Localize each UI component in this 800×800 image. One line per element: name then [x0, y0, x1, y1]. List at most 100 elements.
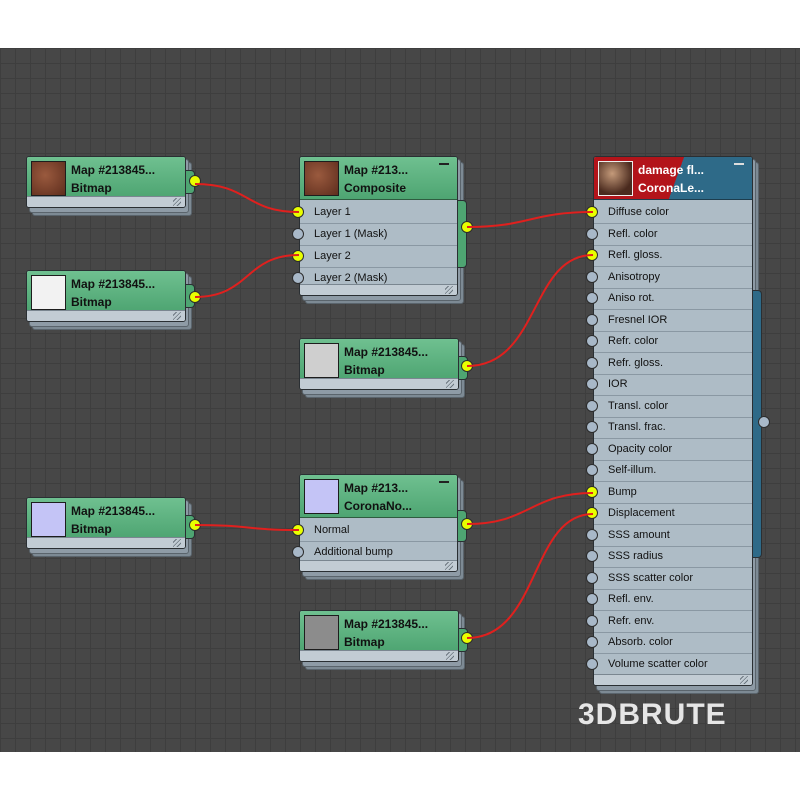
- corona-normal-node[interactable]: Map #213... CoronaNo... Normal Additiona…: [292, 474, 473, 580]
- material-slot[interactable]: SSS scatter color: [594, 568, 752, 590]
- bitmap-thumbnail: [304, 343, 339, 378]
- input-port[interactable]: [292, 546, 304, 558]
- material-slot[interactable]: Transl. frac.: [594, 417, 752, 439]
- output-port[interactable]: [189, 291, 201, 303]
- input-port[interactable]: [292, 206, 304, 218]
- output-port[interactable]: [461, 221, 473, 233]
- resize-grip-icon[interactable]: [173, 312, 181, 320]
- node-title: Map #213...: [344, 163, 409, 177]
- input-port[interactable]: [292, 272, 304, 284]
- input-port[interactable]: [586, 528, 598, 541]
- material-slot[interactable]: Refl. env.: [594, 589, 752, 611]
- bitmap-thumbnail: [304, 615, 339, 650]
- node-title: Map #213845...: [344, 617, 429, 631]
- bitmap-node-a[interactable]: Map #213845... Bitmap: [26, 156, 201, 216]
- input-port[interactable]: [586, 593, 598, 605]
- material-slot[interactable]: Displacement: [594, 503, 752, 525]
- input-port[interactable]: [586, 614, 598, 627]
- resize-grip-icon[interactable]: [445, 286, 453, 294]
- input-port[interactable]: [292, 250, 304, 262]
- resize-grip-icon[interactable]: [446, 652, 454, 660]
- input-port[interactable]: [586, 464, 598, 476]
- input-port[interactable]: [292, 524, 304, 536]
- input-port[interactable]: [586, 335, 598, 347]
- input-port[interactable]: [586, 442, 598, 455]
- composite-thumbnail: [304, 161, 339, 196]
- input-port[interactable]: [586, 421, 598, 433]
- input-port[interactable]: [586, 485, 598, 498]
- output-port[interactable]: [189, 519, 201, 531]
- resize-grip-icon[interactable]: [173, 198, 181, 206]
- material-slot[interactable]: Transl. color: [594, 396, 752, 418]
- material-slot[interactable]: Refr. env.: [594, 611, 752, 633]
- bitmap-node-c[interactable]: Map #213845... Bitmap: [299, 338, 473, 398]
- material-slot[interactable]: Absorb. color: [594, 632, 752, 654]
- input-port[interactable]: [586, 292, 598, 304]
- input-port[interactable]: [586, 550, 598, 562]
- input-port[interactable]: [586, 270, 598, 283]
- input-port[interactable]: [586, 378, 598, 390]
- input-port[interactable]: [586, 571, 598, 584]
- material-slot[interactable]: Refl. color: [594, 224, 752, 246]
- output-port[interactable]: [189, 175, 201, 187]
- node-type: Bitmap: [71, 295, 112, 309]
- node-title: Map #213845...: [71, 504, 156, 518]
- node-type: CoronaNo...: [344, 499, 412, 513]
- input-port[interactable]: [586, 356, 598, 369]
- node-title: Map #213845...: [344, 345, 429, 359]
- material-slot[interactable]: Refl. gloss.: [594, 245, 752, 267]
- node-title: Map #213...: [344, 481, 409, 495]
- input-port[interactable]: [586, 313, 598, 326]
- collapse-icon[interactable]: [439, 163, 449, 165]
- material-slot[interactable]: Opacity color: [594, 439, 752, 461]
- output-port[interactable]: [461, 518, 473, 530]
- bitmap-node-b[interactable]: Map #213845... Bitmap: [26, 270, 201, 330]
- material-node[interactable]: damage fl... CoronaLe... Diffuse color Re…: [586, 156, 770, 694]
- node-title: damage fl...: [638, 163, 705, 177]
- node-type: Bitmap: [344, 635, 385, 649]
- material-slot[interactable]: Diffuse color: [594, 202, 752, 224]
- resize-grip-icon[interactable]: [173, 539, 181, 547]
- material-slot[interactable]: Fresnel IOR: [594, 310, 752, 332]
- material-slot[interactable]: IOR: [594, 374, 752, 396]
- material-slot[interactable]: SSS amount: [594, 525, 752, 547]
- node-type: CoronaLe...: [638, 181, 705, 195]
- slot-layer-1-mask[interactable]: Layer 1 (Mask): [300, 224, 457, 246]
- material-slot[interactable]: Bump: [594, 482, 752, 504]
- material-slot[interactable]: Refr. color: [594, 331, 752, 353]
- material-slot[interactable]: Self-illum.: [594, 460, 752, 482]
- resize-grip-icon[interactable]: [446, 380, 454, 388]
- collapse-icon[interactable]: [439, 481, 449, 483]
- node-type: Composite: [344, 181, 407, 195]
- node-title: Map #213845...: [71, 163, 156, 177]
- input-port[interactable]: [586, 206, 598, 218]
- input-port[interactable]: [586, 507, 598, 519]
- resize-grip-icon[interactable]: [740, 676, 748, 684]
- material-slot[interactable]: Refr. gloss.: [594, 353, 752, 375]
- collapse-icon[interactable]: [734, 163, 744, 165]
- output-port[interactable]: [461, 360, 473, 372]
- input-port[interactable]: [586, 227, 598, 240]
- node-type: Bitmap: [71, 522, 112, 536]
- input-port[interactable]: [586, 399, 598, 412]
- material-slot[interactable]: Anisotropy: [594, 267, 752, 289]
- input-port[interactable]: [586, 657, 598, 670]
- node-type: Bitmap: [71, 181, 112, 195]
- input-port[interactable]: [292, 228, 304, 240]
- input-port[interactable]: [586, 249, 598, 261]
- bitmap-thumbnail: [31, 502, 66, 537]
- resize-grip-icon[interactable]: [445, 562, 453, 570]
- bitmap-thumbnail: [31, 161, 66, 196]
- material-slot[interactable]: Aniso rot.: [594, 288, 752, 310]
- composite-node[interactable]: Map #213... Composite Layer 1 Layer 1 (M…: [292, 156, 473, 304]
- material-slot[interactable]: SSS radius: [594, 546, 752, 568]
- slot-layer-2[interactable]: Layer 2: [300, 246, 457, 268]
- slot-normal[interactable]: Normal: [300, 520, 457, 542]
- bitmap-node-d[interactable]: Map #213845... Bitmap: [26, 497, 201, 557]
- input-port[interactable]: [586, 636, 598, 648]
- bitmap-node-e[interactable]: Map #213845... Bitmap: [299, 610, 473, 670]
- output-port[interactable]: [758, 416, 770, 428]
- slot-layer-1[interactable]: Layer 1: [300, 202, 457, 224]
- material-slot[interactable]: Volume scatter color: [594, 654, 752, 676]
- output-port[interactable]: [461, 632, 473, 644]
